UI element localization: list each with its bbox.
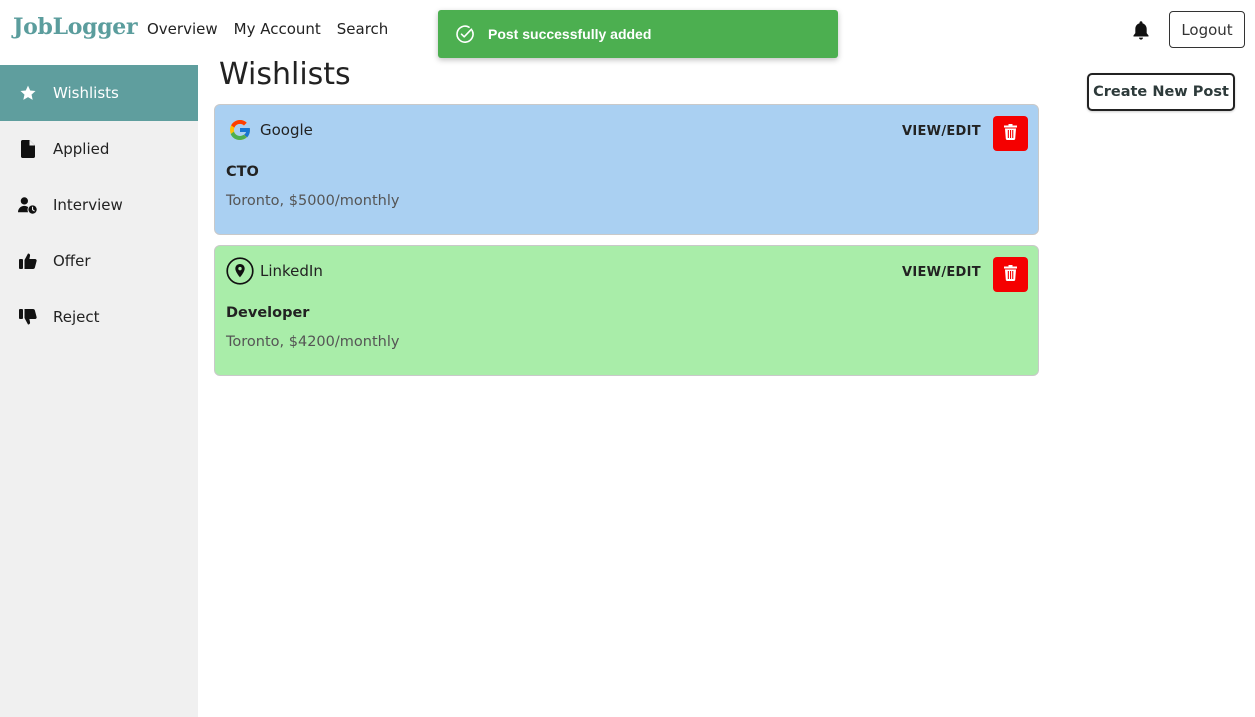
sidebar-item-applied[interactable]: Applied (0, 121, 198, 177)
job-role: Developer (226, 305, 310, 321)
company-name: LinkedIn (260, 262, 323, 280)
company-name: Google (260, 121, 313, 139)
thumbs-down-icon (18, 307, 38, 327)
app-logo[interactable]: JobLogger (13, 14, 138, 40)
sidebar-item-label: Offer (53, 252, 91, 270)
company: Google (226, 116, 313, 144)
top-nav: Overview My Account Search (147, 20, 388, 38)
sidebar-item-reject[interactable]: Reject (0, 289, 198, 345)
sidebar-item-label: Reject (53, 308, 100, 326)
user-clock-icon (18, 195, 38, 215)
logout-button[interactable]: Logout (1169, 11, 1245, 48)
star-icon (18, 83, 38, 103)
sidebar-item-label: Wishlists (53, 84, 119, 102)
toast-message: Post successfully added (488, 26, 652, 42)
sidebar: Wishlists Applied Interview Offer Reject (0, 65, 198, 717)
sidebar-item-offer[interactable]: Offer (0, 233, 198, 289)
sidebar-item-wishlists[interactable]: Wishlists (0, 65, 198, 121)
google-logo-icon (226, 116, 254, 144)
map-pin-icon (226, 257, 254, 285)
job-role: CTO (226, 164, 259, 180)
view-edit-button[interactable]: VIEW/EDIT (902, 124, 981, 139)
post-card: LinkedIn Developer Toronto, $4200/monthl… (214, 245, 1039, 376)
nav-search[interactable]: Search (337, 20, 389, 38)
success-toast: Post successfully added (438, 10, 838, 58)
sidebar-item-interview[interactable]: Interview (0, 177, 198, 233)
bell-icon[interactable] (1130, 19, 1152, 41)
thumbs-up-icon (18, 251, 38, 271)
job-details: Toronto, $5000/monthly (226, 193, 400, 209)
nav-overview[interactable]: Overview (147, 20, 218, 38)
view-edit-button[interactable]: VIEW/EDIT (902, 265, 981, 280)
sidebar-item-label: Interview (53, 196, 123, 214)
delete-button[interactable] (993, 257, 1028, 292)
company: LinkedIn (226, 257, 323, 285)
delete-button[interactable] (993, 116, 1028, 151)
post-card: Google CTO Toronto, $5000/monthly VIEW/E… (214, 104, 1039, 235)
job-details: Toronto, $4200/monthly (226, 334, 400, 350)
page-title: Wishlists (219, 57, 351, 92)
create-new-post-button[interactable]: Create New Post (1087, 73, 1235, 111)
sidebar-item-label: Applied (53, 140, 110, 158)
file-icon (18, 139, 38, 159)
check-circle-icon (455, 24, 475, 44)
trash-icon (1004, 264, 1017, 285)
trash-icon (1004, 123, 1017, 144)
nav-my-account[interactable]: My Account (234, 20, 321, 38)
